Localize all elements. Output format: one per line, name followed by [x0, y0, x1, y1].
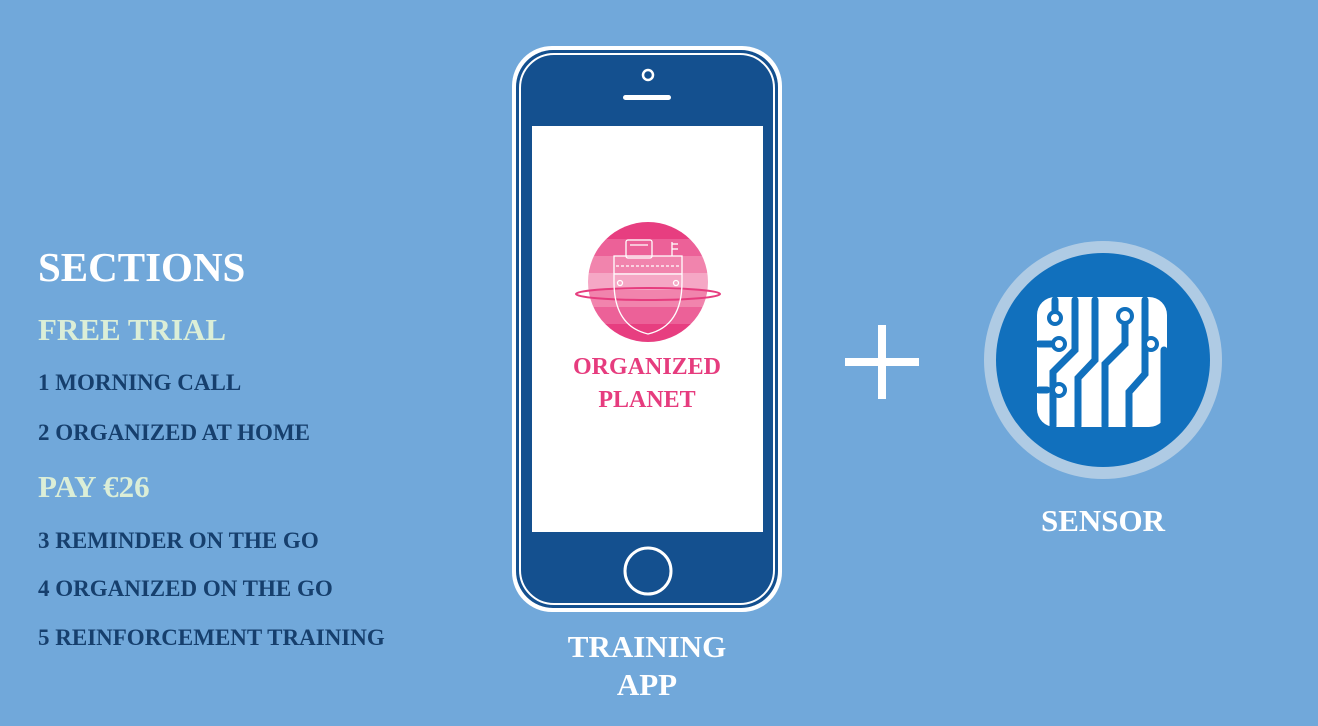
- training-app-caption-line2: APP: [616, 667, 678, 702]
- training-app-caption-line1: TRAINING: [567, 629, 727, 664]
- pay-label: PAY €26: [38, 469, 150, 504]
- sensor-circuit-icon: [984, 241, 1222, 479]
- section-item-reminder-on-the-go: 3 REMINDER ON THE GO: [38, 528, 319, 553]
- organized-planet-logo-icon: [575, 222, 721, 342]
- plus-icon: [845, 325, 919, 399]
- section-item-reinforcement-training: 5 REINFORCEMENT TRAINING: [38, 625, 385, 650]
- logo-text-organized: ORGANIZED: [572, 354, 722, 380]
- logo-text-planet: PLANET: [598, 387, 696, 413]
- training-app-caption: TRAINING APP: [532, 628, 762, 704]
- section-item-organized-on-the-go: 4 ORGANIZED ON THE GO: [38, 576, 333, 601]
- sections-heading: SECTIONS: [38, 244, 246, 290]
- phone-camera-icon: [641, 68, 655, 82]
- free-trial-label: FREE TRIAL: [38, 312, 227, 347]
- phone-speaker-icon: [623, 95, 671, 100]
- section-item-organized-at-home: 2 ORGANIZED AT HOME: [38, 420, 310, 445]
- sensor-caption: SENSOR: [1040, 503, 1166, 538]
- section-item-morning-call: 1 MORNING CALL: [38, 370, 242, 395]
